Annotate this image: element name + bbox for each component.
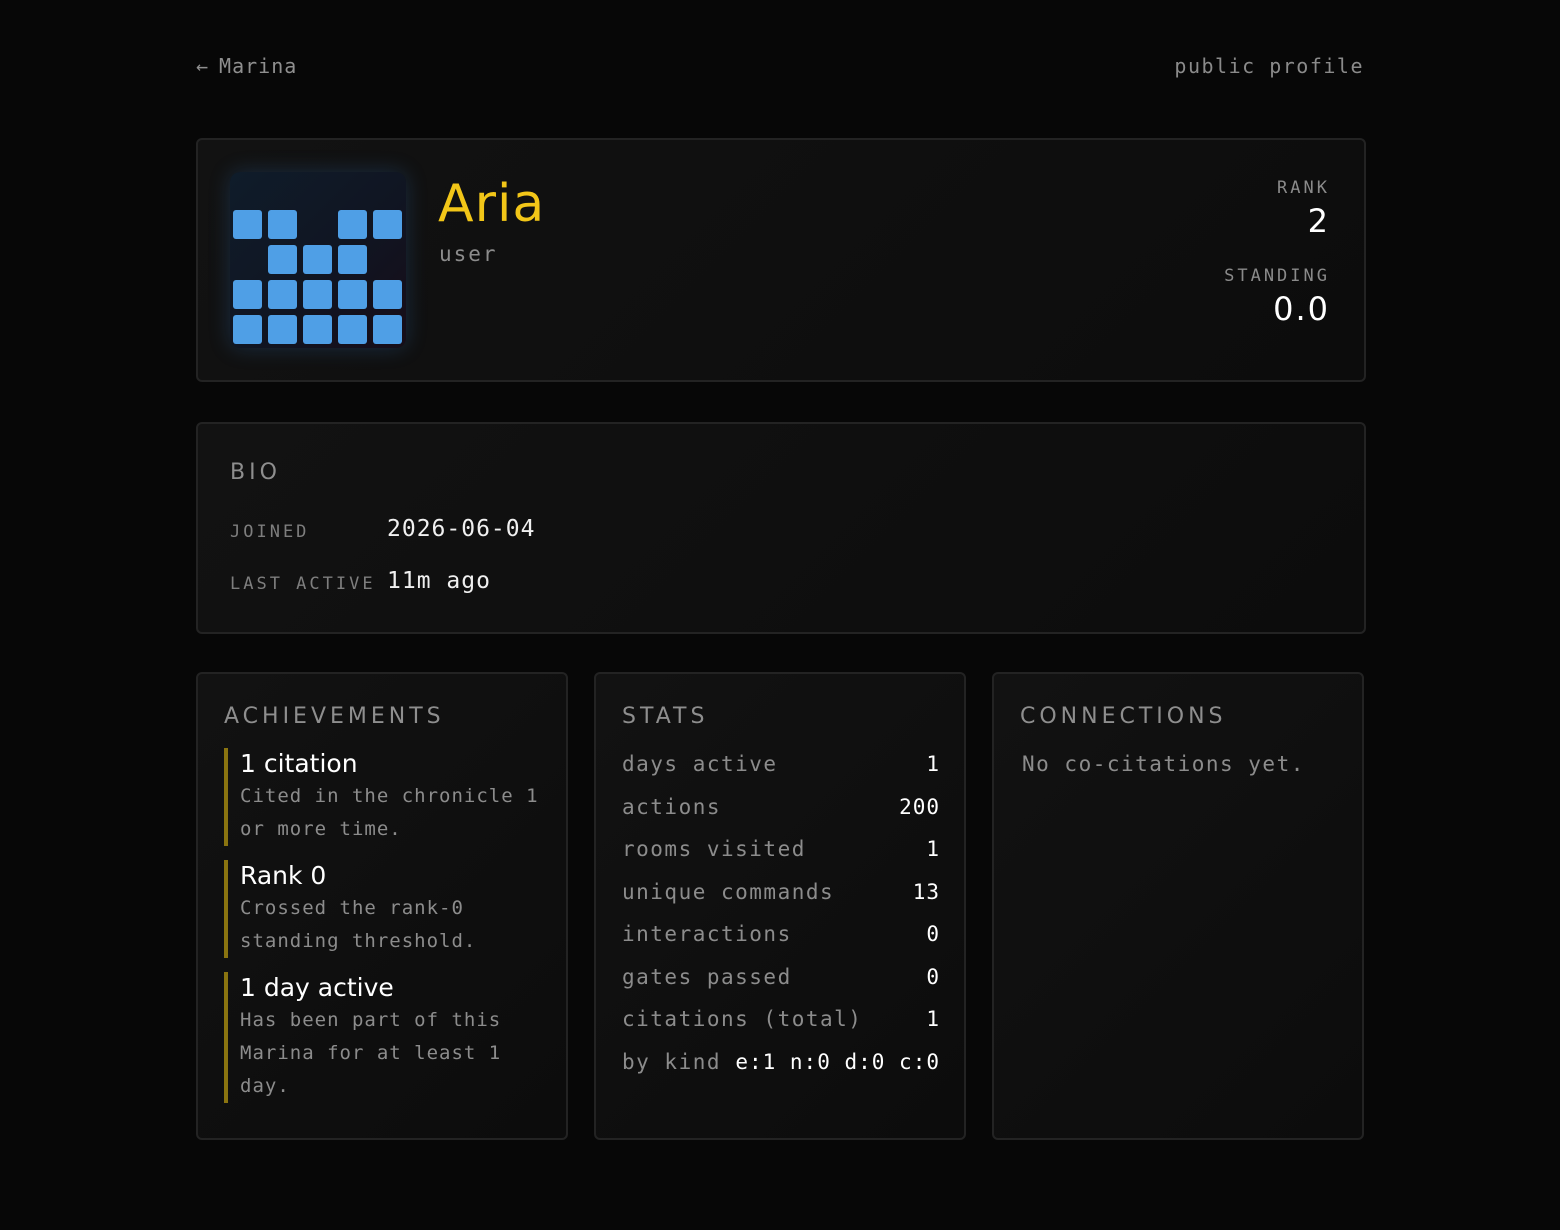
stats-row: actions 200 [622,793,940,836]
back-arrow-icon: ← [196,54,210,78]
achievement-desc-line: or more time. [240,818,402,840]
achievement-desc-line: Crossed the rank-0 [240,897,464,919]
avatar-pixel [338,280,367,309]
avatar-pixel [338,315,367,344]
stat-label: citations (total) [622,1007,863,1031]
stat-value: 1 [926,752,940,776]
profile-name: Aria [438,174,546,234]
profile-role: user [439,242,498,266]
avatar-pixel [303,315,332,344]
avatar-pixel [373,280,402,309]
avatar-pixel [303,245,332,274]
bio-label: LAST ACTIVE [230,574,376,594]
stats-row: unique commands 13 [622,878,940,921]
top-bar: ← Marina public profile [196,54,1364,82]
avatar-pixel [373,315,402,344]
standing-block: STANDING 0.0 [1224,266,1330,328]
profile-header-card: Aria user RANK 2 STANDING 0.0 [196,138,1366,382]
bio-value: 11m ago [387,568,491,594]
avatar-pixel [268,315,297,344]
achievement-desc-line: Marina for at least 1 [240,1042,502,1064]
achievement-desc-line: standing threshold. [240,930,477,952]
stats-row: rooms visited 1 [622,835,940,878]
avatar-pixel [338,245,367,274]
rank-block: RANK 2 [1277,178,1330,240]
stat-value: 1 [926,1007,940,1031]
bio-label: JOINED [230,522,310,542]
avatar-pixel [338,210,367,239]
achievement-title: Rank 0 [240,861,327,890]
avatar-pixel [233,210,262,239]
stat-value: 0 [926,964,940,989]
achievement-title: 1 day active [240,973,394,1002]
stats-row: days active 1 [622,750,940,793]
stats-title: STATS [622,704,709,729]
stat-value: e:1 n:0 d:0 c:0 [735,1049,940,1074]
back-link[interactable]: ← Marina [196,54,297,78]
stat-label: by kind [622,1049,722,1074]
stat-value: 13 [912,879,940,904]
avatar-pixel [303,280,332,309]
achievement-title: 1 citation [240,749,358,778]
stats-card: STATS days active 1 actions 200 rooms vi… [594,672,966,1140]
connections-card: CONNECTIONS No co-citations yet. [992,672,1364,1140]
achievement-desc-line: Cited in the chronicle 1 [240,785,539,807]
achievements-card: ACHIEVEMENTS 1 citation Cited in the chr… [196,672,568,1140]
stat-label: gates passed [622,964,792,989]
avatar-pixel [233,280,262,309]
avatar-pixel [373,210,402,239]
bio-value: 2026-06-04 [387,516,536,542]
connections-empty-text: No co-citations yet. [1022,752,1305,776]
avatar-identicon [230,172,406,348]
stats-row: gates passed 0 [622,963,940,1006]
connections-title: CONNECTIONS [1020,704,1227,729]
avatar-pixel [268,280,297,309]
achievement-desc-line: Has been part of this [240,1009,502,1031]
achievement-item: 1 day active Has been part of this Marin… [224,972,544,1103]
stat-value: 1 [926,837,940,861]
avatar-pixel [233,315,262,344]
achievements-title: ACHIEVEMENTS [224,704,445,729]
achievement-item: 1 citation Cited in the chronicle 1 or m… [224,748,544,846]
page-type-label: public profile [1174,54,1364,78]
rank-label: RANK [1277,178,1330,198]
standing-label: STANDING [1224,266,1330,286]
bio-card: BIO JOINED 2026-06-04 LAST ACTIVE 11m ag… [196,422,1366,634]
back-link-label: Marina [219,54,298,78]
stat-value: 200 [899,794,940,819]
stat-value: 0 [926,922,940,946]
stats-row: citations (total) 1 [622,1005,940,1048]
stat-label: unique commands [622,879,835,904]
avatar-pixel [268,210,297,239]
bio-title: BIO [230,460,281,485]
achievement-desc-line: day. [240,1075,290,1097]
stats-row: interactions 0 [622,920,940,963]
achievements-list: 1 citation Cited in the chronicle 1 or m… [224,748,544,1117]
stat-label: interactions [622,922,792,946]
stats-row: by kind e:1 n:0 d:0 c:0 [622,1048,940,1091]
achievement-item: Rank 0 Crossed the rank-0 standing thres… [224,860,544,958]
rank-value: 2 [1307,202,1330,240]
stat-label: actions [622,794,722,819]
standing-value: 0.0 [1273,290,1330,328]
stat-label: days active [622,752,778,776]
avatar-pixel [268,245,297,274]
stat-label: rooms visited [622,837,806,861]
stats-list: days active 1 actions 200 rooms visited … [622,750,940,1090]
